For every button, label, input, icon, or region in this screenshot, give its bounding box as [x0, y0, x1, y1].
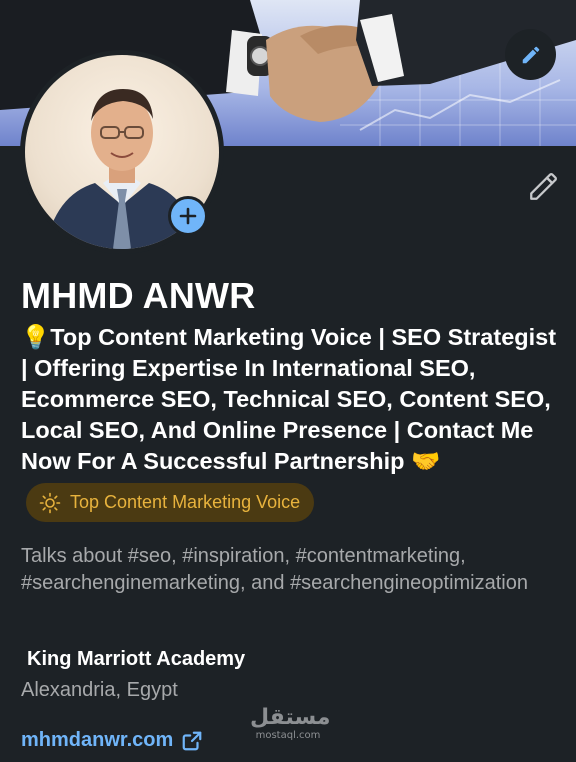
profile-name: MHMD ANWR	[21, 275, 256, 316]
profile-headline: 💡Top Content Marketing Voice | SEO Strat…	[21, 322, 569, 477]
headline-text: Top Content Marketing Voice | SEO Strate…	[21, 324, 557, 474]
mostaql-watermark: مستقل mostaql.com	[250, 705, 331, 742]
website-text: mhmdanwr.com	[21, 729, 174, 751]
watermark-arabic: مستقل	[250, 705, 331, 730]
handshake-emoji: 🤝	[411, 448, 441, 474]
external-link-icon	[182, 731, 202, 750]
website-link[interactable]: mhmdanwr.com	[21, 729, 203, 752]
watermark-latin: mostaql.com	[255, 730, 321, 741]
location: Alexandria, Egypt	[21, 679, 178, 701]
badge-label: Top Content Marketing Voice	[70, 492, 301, 512]
plus-icon	[179, 207, 197, 225]
pencil-icon	[522, 46, 539, 63]
top-voice-badge[interactable]: Top Content Marketing Voice	[26, 483, 315, 522]
edit-profile-button[interactable]	[524, 166, 564, 206]
edit-banner-button[interactable]	[505, 29, 556, 80]
lightbulb-emoji: 💡	[21, 324, 51, 350]
pencil-icon	[530, 173, 557, 200]
current-company[interactable]: King Marriott Academy	[27, 648, 245, 671]
add-photo-button[interactable]	[168, 196, 208, 236]
talks-about: Talks about #seo, #inspiration, #content…	[21, 545, 528, 594]
lightbulb-rays-icon	[39, 492, 61, 513]
